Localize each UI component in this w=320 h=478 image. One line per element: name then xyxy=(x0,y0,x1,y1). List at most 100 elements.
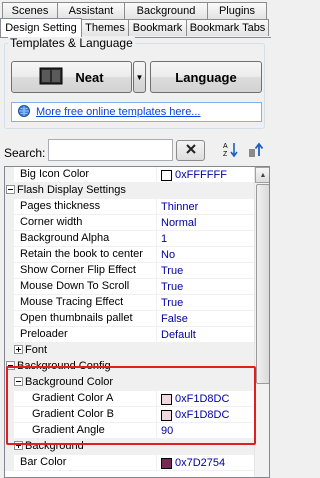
property-row[interactable]: Mouse Down To Scroll True xyxy=(5,279,254,295)
property-name-text: Gradient Color B xyxy=(32,408,114,420)
property-category[interactable]: Font xyxy=(5,343,254,359)
language-button[interactable]: Language xyxy=(150,61,262,93)
property-name-text: Background Color xyxy=(25,376,114,388)
property-row[interactable]: Preloader Default xyxy=(5,327,254,343)
property-value[interactable]: 0x7D2754 xyxy=(157,455,254,471)
property-name: Background xyxy=(14,439,157,455)
expand-icon[interactable] xyxy=(14,345,23,354)
property-name: Big Icon Color xyxy=(14,167,157,183)
property-category[interactable]: Background Color xyxy=(5,375,254,391)
vertical-scrollbar[interactable]: ▲ xyxy=(254,167,269,477)
globe-icon xyxy=(18,104,30,120)
property-name: Bar Color xyxy=(14,455,157,471)
property-value[interactable]: 0xFFFFFF xyxy=(157,167,254,183)
tab-bookmark-tabs[interactable]: Bookmark Tabs xyxy=(186,19,269,36)
collapse-icon[interactable] xyxy=(14,377,23,386)
property-row[interactable]: Open thumbnails pallet False xyxy=(5,311,254,327)
property-name: Open thumbnails pallet xyxy=(14,311,157,327)
property-name: Background Alpha xyxy=(14,231,157,247)
clear-x-icon xyxy=(185,143,197,158)
tab-assistant[interactable]: Assistant xyxy=(57,2,125,19)
sort-alphabetical-button[interactable]: A Z xyxy=(221,141,241,161)
neat-button-label: Neat xyxy=(75,69,104,85)
property-value[interactable]: 1 xyxy=(157,231,254,247)
collapse-icon[interactable] xyxy=(6,361,15,370)
row-gutter xyxy=(5,423,14,439)
property-row[interactable]: Bar Color 0x7D2754 xyxy=(5,455,254,471)
categorized-button[interactable] xyxy=(246,141,266,161)
property-value[interactable]: Thinner xyxy=(157,199,254,215)
property-name-text: Pages thickness xyxy=(20,200,101,212)
property-row[interactable]: Retain the book to center No xyxy=(5,247,254,263)
property-row[interactable]: Show Corner Flip Effect True xyxy=(5,263,254,279)
property-row[interactable]: Background Alpha 1 xyxy=(5,231,254,247)
property-name-text: Background Config xyxy=(17,360,111,372)
neat-template-button[interactable]: Neat xyxy=(11,61,132,93)
property-value-text: No xyxy=(161,248,176,261)
property-name-text: Open thumbnails pallet xyxy=(20,312,133,324)
row-gutter xyxy=(5,215,14,231)
row-gutter xyxy=(5,311,14,327)
tab-plugins[interactable]: Plugins xyxy=(207,2,267,19)
property-value[interactable]: Default xyxy=(157,327,254,343)
property-value[interactable]: True xyxy=(157,263,254,279)
property-row[interactable]: Gradient Color B 0xF1D8DC xyxy=(5,407,254,423)
property-row[interactable]: Mouse Tracing Effect True xyxy=(5,295,254,311)
property-value[interactable]: 90 xyxy=(157,423,254,439)
property-name-text: Font xyxy=(25,344,48,356)
property-name: Background Config xyxy=(5,359,148,375)
property-row[interactable]: Pages thickness Thinner xyxy=(5,199,254,215)
property-value[interactable]: 0xF1D8DC xyxy=(157,391,254,407)
search-input[interactable] xyxy=(48,139,173,161)
property-name-text: Show Corner Flip Effect xyxy=(20,264,136,276)
property-name: Retain the book to center xyxy=(14,247,157,263)
property-value-text: Thinner xyxy=(161,200,199,213)
property-row[interactable]: Gradient Angle 90 xyxy=(5,423,254,439)
clear-search-button[interactable] xyxy=(176,140,205,161)
property-name: Mouse Tracing Effect xyxy=(14,295,157,311)
tab-background[interactable]: Background xyxy=(124,2,208,19)
color-swatch xyxy=(161,169,172,181)
property-value[interactable]: 0xF1D8DC xyxy=(157,407,254,423)
property-category[interactable]: Background xyxy=(5,439,254,455)
property-name: Flash Display Settings xyxy=(5,183,148,199)
property-category[interactable]: Background Config xyxy=(5,359,254,375)
tab-themes[interactable]: Themes xyxy=(81,19,129,36)
tab-design-setting[interactable]: Design Setting xyxy=(0,18,82,37)
property-row[interactable]: Gradient Color A 0xF1D8DC xyxy=(5,391,254,407)
online-templates-link[interactable]: More free online templates here... xyxy=(36,106,200,118)
property-value[interactable]: Normal xyxy=(157,215,254,231)
tab-scenes[interactable]: Scenes xyxy=(2,2,58,19)
property-name-text: Preloader xyxy=(20,328,68,340)
row-gutter xyxy=(5,375,14,391)
scroll-up-button[interactable]: ▲ xyxy=(255,167,269,183)
property-value[interactable]: No xyxy=(157,247,254,263)
template-dropdown-button[interactable]: ▼ xyxy=(133,61,146,93)
tab-bookmark[interactable]: Bookmark xyxy=(128,19,187,36)
property-grid[interactable]: Big Icon Color 0xFFFFFF Flash Display Sett… xyxy=(4,166,270,478)
property-value[interactable]: False xyxy=(157,311,254,327)
property-name-text: Corner width xyxy=(20,216,83,228)
property-value-text: True xyxy=(161,280,184,293)
property-value-text: 0xF1D8DC xyxy=(175,408,230,421)
property-name-text: Flash Display Settings xyxy=(17,184,126,196)
property-row[interactable]: Corner width Normal xyxy=(5,215,254,231)
collapse-icon[interactable] xyxy=(6,185,15,194)
property-value-text: Default xyxy=(161,328,196,341)
property-name: Corner width xyxy=(14,215,157,231)
property-name-text: Background xyxy=(25,440,84,452)
row-gutter xyxy=(5,407,14,423)
property-name-text: Mouse Tracing Effect xyxy=(20,296,124,308)
property-value[interactable]: True xyxy=(157,295,254,311)
property-category[interactable]: Flash Display Settings xyxy=(5,183,254,199)
property-value[interactable]: True xyxy=(157,279,254,295)
row-gutter xyxy=(5,199,14,215)
property-name: Font xyxy=(14,343,157,359)
expand-icon[interactable] xyxy=(14,441,23,450)
color-swatch xyxy=(161,409,172,421)
row-gutter xyxy=(5,455,14,471)
row-gutter xyxy=(5,439,14,455)
property-row[interactable]: Big Icon Color 0xFFFFFF xyxy=(5,167,254,183)
online-templates-link-box[interactable]: More free online templates here... xyxy=(11,102,262,122)
scrollbar-thumb[interactable] xyxy=(256,184,269,384)
